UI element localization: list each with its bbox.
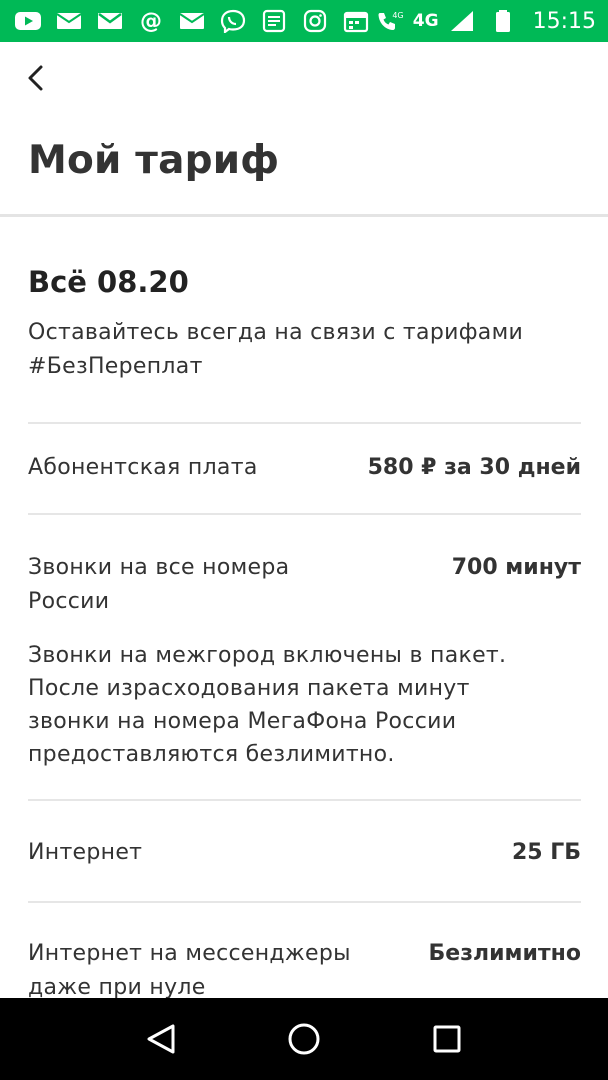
row-label: Звонки на все номера России <box>28 555 290 614</box>
at-icon: @ <box>135 9 167 33</box>
nav-recents-button[interactable] <box>423 1015 471 1063</box>
row-value: 580 ₽ за 30 дней <box>367 455 581 480</box>
divider <box>28 901 581 903</box>
phone-4g-icon: 4G <box>373 9 405 33</box>
tariff-details: Всё 08.20 Оставайтесь всегда на связи с … <box>28 262 581 1005</box>
clock: 15:15 <box>532 8 596 34</box>
title-divider <box>0 214 608 217</box>
nav-home-button[interactable] <box>280 1015 328 1063</box>
status-bar: @ 4G 4G 15:15 <box>0 0 608 42</box>
viber-icon <box>217 9 249 33</box>
page-title: Мой тариф <box>28 138 280 183</box>
internet-row: Интернет 25 ГБ <box>28 836 581 901</box>
nav-back-button[interactable] <box>137 1015 185 1063</box>
calls-note: Звонки на межгород включены в пакет. Пос… <box>28 643 507 767</box>
svg-text:@: @ <box>140 9 162 33</box>
circle-home-icon <box>288 1023 320 1055</box>
subscription-fee-row: Абонентская плата 580 ₽ за 30 дней <box>28 451 581 513</box>
back-button[interactable] <box>16 56 56 100</box>
gmail-icon <box>94 9 126 33</box>
divider <box>28 422 581 424</box>
row-label: Интернет <box>28 840 143 865</box>
messengers-row: Интернет на мессенджеры даже при нуле Бе… <box>28 937 581 1005</box>
toolbar <box>0 42 608 112</box>
divider <box>28 799 581 801</box>
news-icon <box>258 9 290 33</box>
row-value: 700 минут <box>451 555 581 580</box>
chevron-left-icon <box>28 65 43 91</box>
row-label: Интернет на мессенджеры даже при нуле <box>28 941 351 1000</box>
triangle-back-icon <box>147 1024 175 1054</box>
network-small-label: 4G <box>392 11 403 20</box>
battery-icon <box>487 9 519 33</box>
notification-icons: @ <box>12 9 372 33</box>
status-right: 4G 4G 15:15 <box>373 9 596 34</box>
mail-icon <box>176 9 208 33</box>
calendar-icon <box>340 9 372 33</box>
network-type-label: 4G <box>412 11 439 31</box>
calls-row: Звонки на все номера России 700 минут <box>28 551 581 619</box>
tariff-description: Оставайтесь всегда на связи с тарифами #… <box>28 320 524 379</box>
square-recents-icon <box>433 1025 461 1053</box>
row-value: 25 ГБ <box>511 840 581 865</box>
row-label: Абонентская плата <box>28 455 258 480</box>
divider <box>28 513 581 515</box>
row-value: Безлимитно <box>428 941 581 966</box>
system-nav-bar <box>0 998 608 1080</box>
signal-icon <box>447 9 479 33</box>
mail-icon <box>53 9 85 33</box>
youtube-icon <box>12 9 44 33</box>
tariff-name: Всё 08.20 <box>28 265 189 299</box>
instagram-icon <box>299 9 331 33</box>
